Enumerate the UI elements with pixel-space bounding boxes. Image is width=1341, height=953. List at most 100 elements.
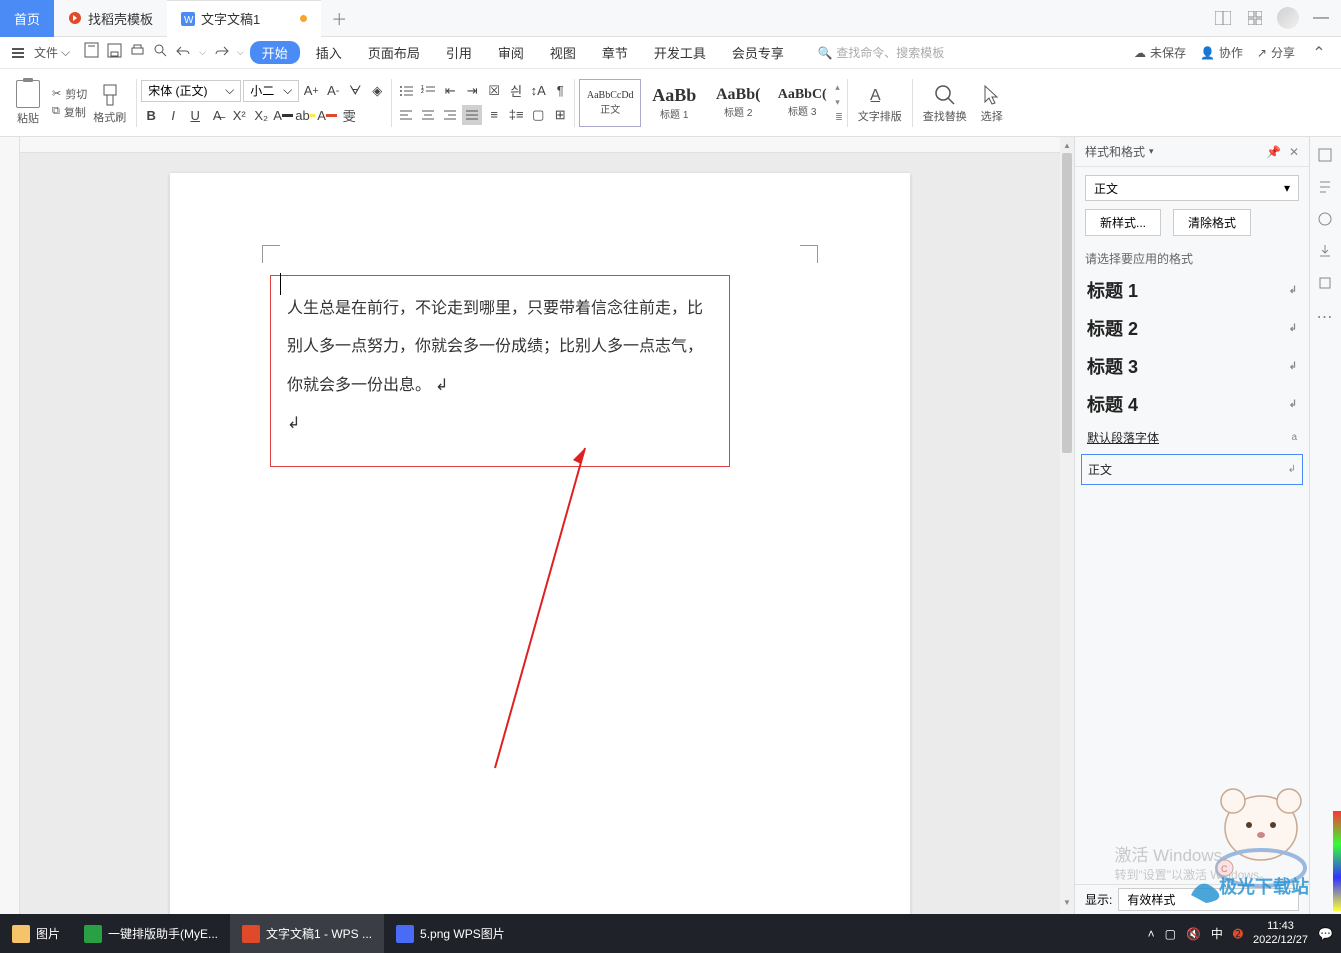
style-list-item[interactable]: 标题 4↲ — [1075, 385, 1309, 423]
style-card[interactable]: AaBb(标题 2 — [707, 79, 769, 127]
number-list-button[interactable]: 12 — [418, 81, 438, 101]
pin-icon[interactable]: 📌 — [1266, 145, 1281, 159]
underline-button[interactable]: U — [185, 106, 205, 126]
tab-templates[interactable]: 找稻壳模板 — [54, 0, 167, 37]
unsaved-button[interactable]: ☁未保存 — [1134, 44, 1186, 61]
superscript-button[interactable]: X² — [229, 106, 249, 126]
scroll-track[interactable] — [1062, 153, 1072, 898]
grow-font-button[interactable]: A+ — [301, 81, 321, 101]
style-card[interactable]: AaBbC(标题 3 — [771, 79, 833, 127]
style-more[interactable]: ≣ — [835, 112, 843, 123]
tab-document[interactable]: W 文字文稿1 — [167, 0, 321, 37]
notification-icon[interactable]: 💬 — [1318, 927, 1333, 941]
find-replace-button[interactable]: 查找替换 — [917, 73, 973, 133]
select-button[interactable]: 选择 — [973, 73, 1011, 133]
strike-button[interactable]: A̶ — [207, 106, 227, 126]
menu-review[interactable]: 审阅 — [488, 43, 534, 62]
border-button[interactable]: ⊞ — [550, 105, 570, 125]
redo-icon[interactable] — [214, 44, 229, 62]
typeset-button[interactable]: A̲ 文字排版 — [852, 73, 908, 133]
limit-icon[interactable] — [1317, 211, 1335, 229]
shading-button[interactable]: ▢ — [528, 105, 548, 125]
minimize-button[interactable]: — — [1311, 8, 1331, 28]
tab-home[interactable]: 首页 — [0, 0, 54, 37]
style-card[interactable]: AaBbCcDd正文 — [579, 79, 641, 127]
menu-member[interactable]: 会员专享 — [722, 43, 794, 62]
scroll-down-button[interactable]: ▼ — [1061, 898, 1073, 910]
phonetic-button[interactable]: 雯 — [339, 106, 359, 126]
document-canvas[interactable]: 人生总是在前行，不论走到哪里，只要带着信念往前走，比别人多一点努力，你就会多一份… — [20, 153, 1060, 914]
menu-start[interactable]: 开始 — [250, 41, 300, 64]
tray-volume-icon[interactable]: 🔇 — [1186, 927, 1201, 941]
style-list-item[interactable]: 标题 2↲ — [1075, 309, 1309, 347]
style-gallery[interactable]: AaBbCcDd正文AaBb标题 1AaBb(标题 2AaBbC(标题 3 — [579, 79, 833, 127]
avatar[interactable] — [1277, 7, 1299, 29]
format-icon[interactable] — [1317, 147, 1335, 165]
bold-button[interactable]: B — [141, 106, 161, 126]
indent-button[interactable]: ⇥ — [462, 81, 482, 101]
font-color-button[interactable]: A — [273, 106, 293, 126]
clear-format-button[interactable]: 清除格式 — [1173, 209, 1251, 236]
sort-button[interactable]: ↕A — [528, 81, 548, 101]
document-text[interactable]: 人生总是在前行，不论走到哪里，只要带着信念往前走，比别人多一点努力，你就会多一份… — [287, 300, 703, 394]
current-style-select[interactable]: 正文 ▾ — [1085, 175, 1299, 201]
style-icon[interactable] — [1317, 179, 1335, 197]
new-tab-button[interactable]: ＋ — [321, 6, 357, 30]
italic-button[interactable]: I — [163, 106, 183, 126]
line-spacing-button[interactable]: ‡≡ — [506, 105, 526, 125]
paste-button[interactable]: 粘贴 — [10, 73, 46, 133]
char-scale-button[interactable]: ☒ — [484, 81, 504, 101]
taskbar-item[interactable]: 一键排版助手(MyE... — [72, 914, 230, 953]
layout-icon[interactable] — [1213, 8, 1233, 28]
shrink-font-button[interactable]: A- — [323, 81, 343, 101]
tool-icon[interactable] — [1317, 275, 1335, 293]
style-scroll-down[interactable]: ▾ — [835, 97, 843, 108]
scroll-thumb[interactable] — [1062, 153, 1072, 453]
distribute-button[interactable]: ≡ — [484, 105, 504, 125]
page[interactable]: 人生总是在前行，不论走到哪里，只要带着信念往前走，比别人多一点努力，你就会多一份… — [170, 173, 910, 914]
taskbar-item[interactable]: 5.png WPS图片 — [384, 914, 517, 953]
tray-sogou-icon[interactable]: ➋ — [1233, 927, 1243, 941]
backup-icon[interactable] — [1317, 243, 1335, 261]
style-card[interactable]: AaBb标题 1 — [643, 79, 705, 127]
menu-dev[interactable]: 开发工具 — [644, 43, 716, 62]
chevron-down-icon[interactable]: ⌵ — [199, 47, 206, 58]
style-list-item[interactable]: 正文↲ — [1081, 454, 1303, 485]
scrollbar-vertical[interactable]: ▲ ▼ — [1060, 137, 1074, 914]
close-icon[interactable]: ✕ — [1289, 145, 1299, 159]
align-center-button[interactable] — [418, 105, 438, 125]
coop-button[interactable]: 👤协作 — [1200, 44, 1243, 61]
chevron-down-icon[interactable]: ⌵ — [237, 47, 244, 58]
tab-button[interactable]: 싄 — [506, 81, 526, 101]
style-list-item[interactable]: 标题 3↲ — [1075, 347, 1309, 385]
menu-layout[interactable]: 页面布局 — [358, 43, 430, 62]
undo-icon[interactable] — [176, 44, 191, 62]
ime-indicator[interactable]: 中 — [1211, 925, 1223, 942]
tray-cloud-icon[interactable]: ▢ — [1165, 927, 1176, 941]
file-menu[interactable]: 文件⌵ — [34, 44, 70, 61]
print-icon[interactable] — [130, 43, 145, 63]
align-left-button[interactable] — [396, 105, 416, 125]
save-icon[interactable] — [107, 43, 122, 63]
clock[interactable]: 11:43 2022/12/27 — [1253, 920, 1308, 946]
share-button[interactable]: ↗分享 — [1257, 44, 1295, 61]
cut-button[interactable]: ✂剪切 — [52, 86, 87, 102]
copy-button[interactable]: ⧉复制 — [52, 104, 87, 120]
tray-chevron-icon[interactable]: ˄ — [1148, 927, 1155, 941]
menu-ref[interactable]: 引用 — [436, 43, 482, 62]
outdent-button[interactable]: ⇤ — [440, 81, 460, 101]
hamburger-icon[interactable] — [12, 48, 24, 58]
case-button[interactable]: ᗄ — [345, 81, 365, 101]
search-input[interactable]: 🔍 查找命令、搜索模板 — [818, 44, 944, 61]
bullet-list-button[interactable] — [396, 81, 416, 101]
scroll-up-button[interactable]: ▲ — [1061, 141, 1073, 153]
font-color2-button[interactable]: A — [317, 106, 337, 126]
collapse-ribbon-button[interactable]: ⌃ — [1309, 43, 1329, 63]
align-right-button[interactable] — [440, 105, 460, 125]
highlight-button[interactable]: ab — [295, 106, 315, 126]
new-style-button[interactable]: 新样式... — [1085, 209, 1161, 236]
preview-icon[interactable] — [153, 43, 168, 63]
paragraph-mark-button[interactable]: ¶ — [550, 81, 570, 101]
style-list-item[interactable]: 默认段落字体a — [1075, 423, 1309, 452]
font-name-select[interactable]: 宋体 (正文)⌵ — [141, 80, 241, 102]
